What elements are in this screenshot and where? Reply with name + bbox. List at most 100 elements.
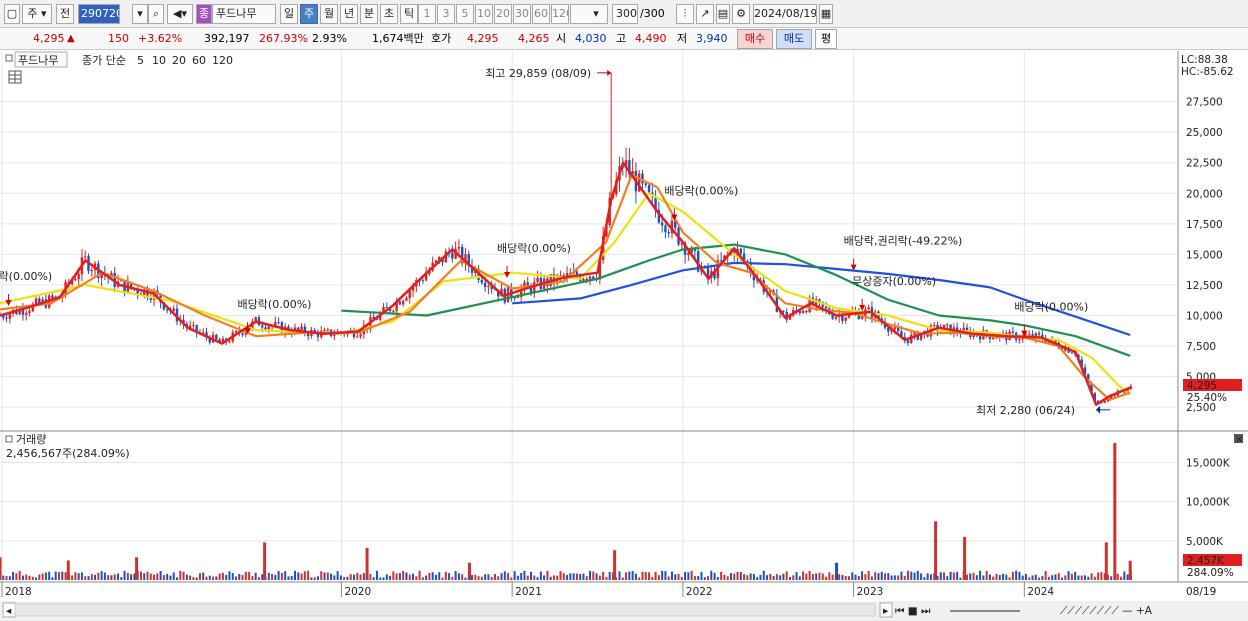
main-toolbar: ▢ 주 ▾ 전 290720 ▾ ⌕ ◀▾ 종 푸드나무 일주월년분초틱 135… [0,0,1248,28]
interval-120[interactable]: 120 [551,4,569,24]
tab-period-6[interactable]: 틱 [400,4,418,24]
volume-bar [605,576,608,580]
window-icon[interactable]: ▢ [4,4,20,24]
volume-bar [903,575,906,580]
svg-text:▸: ▸ [883,605,889,617]
play-controls-icon[interactable]: ⏮ ■ ⏭ [895,605,931,617]
volume-bar [54,571,57,580]
volume-bar [956,571,959,580]
stock-code-input[interactable]: 290720 [78,4,120,24]
volume-bar [638,577,641,580]
volume-bar [707,576,710,580]
search-icon[interactable]: ⌕ [148,4,164,24]
candle-body [457,246,461,249]
volume-bar [552,575,555,580]
volume-bar [926,573,929,580]
volume-bar [887,573,890,580]
volume-bar [693,576,696,580]
prev-button[interactable]: 전 [56,4,74,24]
volume-bar [752,573,755,580]
draw-tools-icon[interactable]: ⟋⟋⟋⟋⟋⟋⟋⟋ — +A [1060,605,1153,617]
interval-3[interactable]: 3 [437,4,455,24]
interval-20[interactable]: 20 [494,4,512,24]
gear-icon[interactable]: ⚙ [732,4,750,24]
volume-bar [556,575,559,580]
low-price: 3,940 [696,32,728,45]
sell-button[interactable]: 매도 [776,29,812,49]
volume-bar [625,572,628,580]
save-icon[interactable]: ▤ [716,4,730,24]
volume-bar [867,571,870,580]
volume-bar [326,572,329,580]
volume-bar [159,571,162,580]
interval-30[interactable]: 30 [513,4,531,24]
volume-spike [0,557,2,580]
tab-period-1[interactable]: 주 [300,4,318,24]
buy-button[interactable]: 매수 [737,29,773,49]
volume-bar [48,571,51,580]
scroll-track[interactable] [14,603,876,617]
volume-bar [310,577,313,580]
volume-bar [700,572,703,580]
turnover-rate: 2.93% [312,32,347,45]
candle-body [215,334,218,340]
candle-body [483,282,487,288]
volume-spike [1113,442,1117,580]
candle-body [641,173,644,184]
period-type-select[interactable]: 주 ▾ [22,4,52,24]
tab-period-0[interactable]: 일 [280,4,298,24]
y-tick-label: 20,000 [1186,188,1223,200]
volume-bar [323,572,326,580]
volume-bar [398,573,401,580]
interval-60[interactable]: 60 [532,4,550,24]
volume-bar [87,576,90,580]
interval-10[interactable]: 10 [475,4,493,24]
volume-bar [428,572,431,580]
event-annotation: 배당락(0.00%) [238,298,312,311]
volume-bar [733,573,736,580]
volume-spike [1104,542,1108,580]
volume-bar [192,577,195,580]
volume-bar [425,575,428,580]
volume-bar [952,572,955,580]
tab-period-2[interactable]: 월 [320,4,338,24]
custom-interval-select[interactable]: ▾ [570,4,608,24]
tab-period-3[interactable]: 년 [340,4,358,24]
draw-tool-icon[interactable]: ↗ [696,4,714,24]
candle-body [356,336,359,338]
calendar-icon[interactable]: ▦ [819,4,833,24]
tab-period-4[interactable]: 분 [360,4,378,24]
chevron-down-icon[interactable]: ▾ [132,4,148,24]
scroll-bar[interactable]: ◂ ▸ ⏮ ■ ⏭ ⟋⟋⟋⟋⟋⟋⟋⟋ — +A [0,601,1248,621]
tab-period-5[interactable]: 초 [380,4,398,24]
volume-bar [621,577,624,580]
legend-stock-name: 푸드나무 [18,54,58,67]
bid-price: 4,265 [518,32,550,45]
volume-bar [1005,574,1008,580]
bar-count-input[interactable]: 300 [612,4,638,24]
sound-icon[interactable]: ◀▾ [167,4,193,24]
volume-bar [1061,577,1064,580]
volume-bar [569,573,572,580]
interval-1[interactable]: 1 [418,4,436,24]
volume-ratio: 267.93% [259,32,308,45]
volume-bar [277,571,280,580]
volume-bar [313,577,316,580]
chart-type-icon[interactable]: ⫶ [676,4,694,24]
volume-bar [274,574,277,580]
candle-body [824,306,828,309]
volume-bar [959,577,962,580]
volume-bar [457,573,460,580]
volume-bar [375,570,378,580]
candle-body [739,248,743,254]
volume-bar [280,572,283,580]
volume-bar [1011,571,1014,580]
event-annotation: 락(0.00%) [0,270,52,283]
candle-body [5,317,8,319]
date-input[interactable]: 2024/08/19 [753,4,817,24]
volume-bar [97,572,100,580]
stock-name-field[interactable]: 푸드나무 [212,4,276,24]
eval-button[interactable]: 평 [815,29,837,49]
interval-5[interactable]: 5 [456,4,474,24]
volume-bar [644,571,647,580]
